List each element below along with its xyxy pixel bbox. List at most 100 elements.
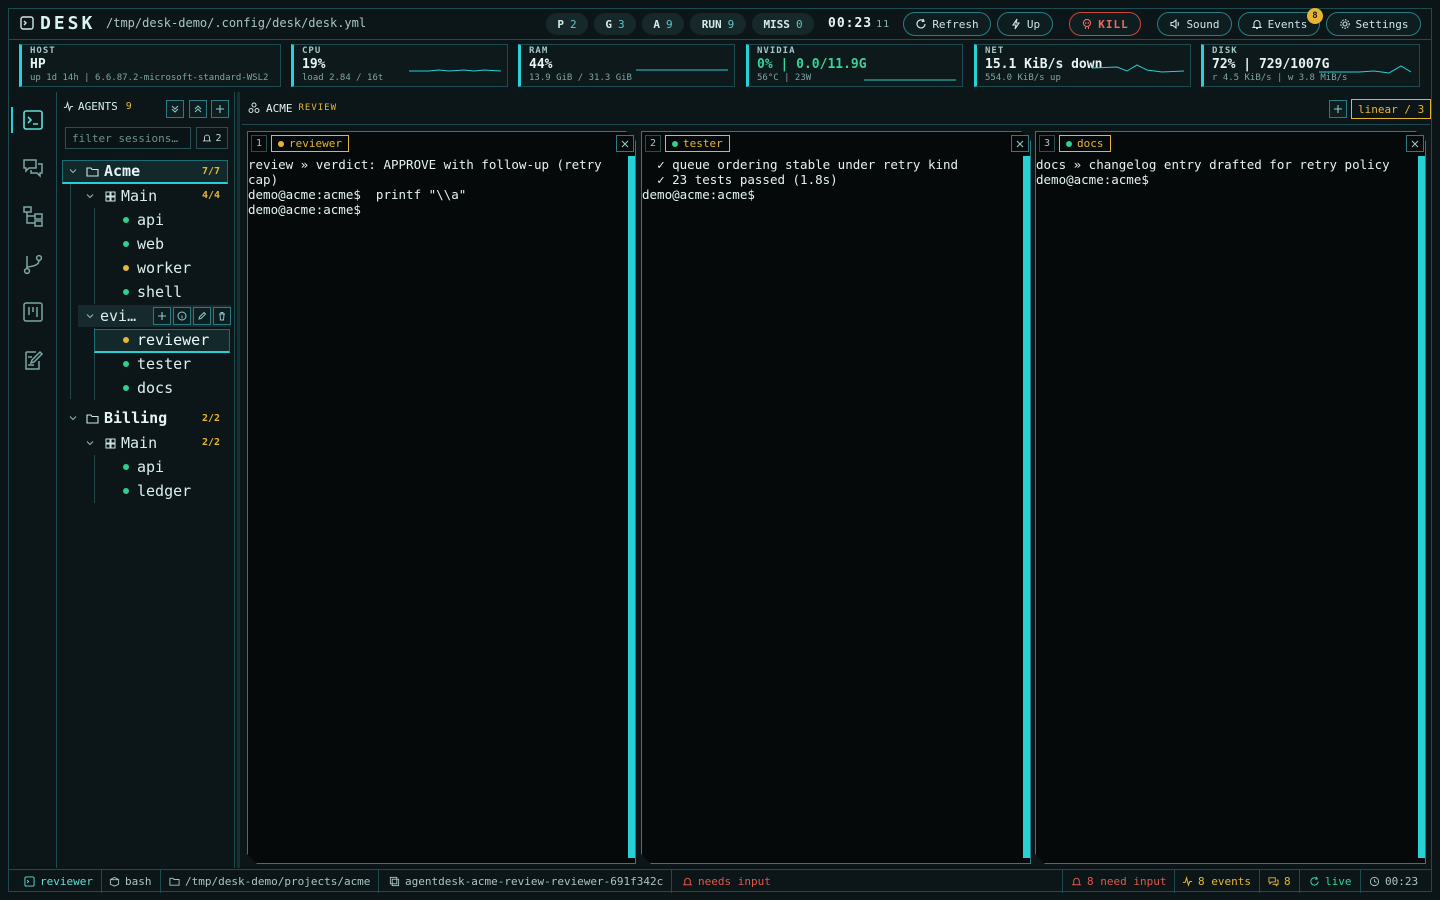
- metric-gpu: NVIDIA 0% | 0.0/11.9G 56°C | 23W: [746, 44, 963, 87]
- folder-icon: [86, 166, 99, 177]
- pane-scrollbar[interactable]: [628, 156, 635, 858]
- ram-sparkline: [636, 69, 728, 71]
- session-docs[interactable]: docs: [123, 379, 173, 397]
- session-ledger[interactable]: ledger: [123, 482, 191, 500]
- refresh-icon: [916, 18, 926, 29]
- rail-terminal[interactable]: [20, 107, 46, 133]
- app-logo: DESK: [40, 13, 96, 34]
- terminal-pane-3[interactable]: 3 docs docs » changelog entry drafted fo…: [1035, 131, 1426, 864]
- pane-scrollbar[interactable]: [1418, 156, 1425, 858]
- session-shell[interactable]: shell: [123, 283, 182, 301]
- terminal-output[interactable]: docs » changelog entry drafted for retry…: [1036, 157, 1414, 187]
- terminal-pane-2[interactable]: 2 tester ✓ queue ordering stable under r…: [641, 131, 1031, 864]
- group-info-button[interactable]: [173, 307, 191, 325]
- metric-cpu: CPU 19% load 2.84 / 16t: [291, 44, 508, 87]
- bell-icon: [1251, 20, 1262, 30]
- chevrons-up-icon: [194, 105, 202, 113]
- status-tmux-session[interactable]: agentdesk-acme-review-reviewer-691f342c: [381, 870, 673, 893]
- session-web[interactable]: web: [123, 235, 164, 253]
- status-needs-input: needs input: [674, 870, 779, 893]
- org-acme[interactable]: Acme: [68, 162, 140, 180]
- session-tester[interactable]: tester: [123, 355, 191, 373]
- git-branch-icon: [23, 254, 43, 275]
- status-live[interactable]: live: [1301, 870, 1361, 893]
- terminal-pane-1[interactable]: 1 reviewer review » verdict: APPROVE wit…: [247, 131, 636, 864]
- status-cwd[interactable]: /tmp/desk-demo/projects/acme: [161, 870, 380, 893]
- rail-board[interactable]: [20, 299, 46, 325]
- agents-panel: AGENTS 9 2 Acme 7/7 Main 4/4 api web wor…: [57, 92, 235, 868]
- chat-icon: [23, 159, 43, 178]
- rail-tree[interactable]: [20, 203, 46, 229]
- close-icon: [621, 140, 629, 147]
- status-messages[interactable]: 8: [1260, 870, 1300, 893]
- plus-icon: [216, 105, 224, 113]
- status-dot: [123, 241, 129, 247]
- terminal-output[interactable]: review » verdict: APPROVE with follow-up…: [248, 157, 624, 217]
- status-dot: [123, 217, 129, 223]
- counter-p: P2: [546, 13, 588, 35]
- status-need-input-count[interactable]: 8 need input: [1062, 870, 1176, 893]
- group-billing-main[interactable]: Main: [85, 434, 157, 452]
- rail-chat[interactable]: [20, 155, 46, 181]
- config-path: /tmp/desk-demo/.config/desk/desk.yml: [106, 16, 367, 30]
- pane-scrollbar[interactable]: [1023, 156, 1030, 858]
- rename-group-button[interactable]: [193, 307, 211, 325]
- delete-group-button[interactable]: [213, 307, 231, 325]
- bell-icon: [1071, 877, 1082, 886]
- close-pane-button[interactable]: [1406, 135, 1424, 152]
- group-acme-review[interactable]: evi…: [85, 307, 144, 325]
- add-session-button[interactable]: [153, 307, 171, 325]
- gear-icon: [1339, 19, 1350, 29]
- settings-button[interactable]: Settings: [1326, 12, 1421, 36]
- close-pane-button[interactable]: [616, 135, 634, 152]
- bell-icon: [203, 134, 212, 142]
- up-button[interactable]: Up: [997, 12, 1053, 36]
- status-dot: [123, 361, 129, 367]
- terminal-output[interactable]: ✓ queue ordering stable under retry kind…: [642, 157, 1019, 202]
- counter-g: G3: [594, 13, 636, 35]
- status-dot: [123, 464, 129, 470]
- skull-icon: [1083, 18, 1092, 29]
- workspace-header: ACME REVIEW: [248, 96, 337, 120]
- group-acme-main[interactable]: Main: [85, 187, 157, 205]
- chevron-down-icon: [86, 314, 94, 319]
- filter-sessions-input[interactable]: [65, 127, 191, 149]
- status-clock: 00:23: [1361, 870, 1426, 893]
- add-agent-button[interactable]: [211, 100, 229, 118]
- terminal-logo-icon: [20, 16, 34, 30]
- rail-git[interactable]: [20, 251, 46, 277]
- session-reviewer[interactable]: reviewer: [123, 331, 209, 349]
- expand-all-button[interactable]: [189, 100, 207, 118]
- refresh-button[interactable]: Refresh: [903, 12, 991, 36]
- session-billing-api[interactable]: api: [123, 458, 164, 476]
- chevrons-down-icon: [171, 105, 179, 113]
- pane-session-tag[interactable]: reviewer: [271, 135, 349, 152]
- layout-selector[interactable]: linear / 3: [1351, 99, 1432, 119]
- close-pane-button[interactable]: [1011, 135, 1029, 152]
- activity-icon: [63, 101, 74, 112]
- pane-session-tag[interactable]: tester: [665, 135, 730, 152]
- status-events[interactable]: 8 events: [1174, 870, 1260, 893]
- org-billing-count: 2/2: [202, 413, 221, 424]
- kill-button[interactable]: KILL: [1069, 12, 1141, 36]
- sound-button[interactable]: Sound: [1157, 12, 1232, 36]
- status-session[interactable]: reviewer: [16, 870, 102, 893]
- cpu-sparkline: [409, 69, 501, 72]
- pencil-icon: [198, 311, 207, 320]
- session-api[interactable]: api: [123, 211, 164, 229]
- add-pane-button[interactable]: [1329, 100, 1347, 118]
- chevron-down-icon: [86, 194, 94, 199]
- tree-guide: [94, 208, 95, 304]
- events-count-badge: 8: [1307, 8, 1323, 24]
- bolt-icon: [1011, 18, 1020, 30]
- group-billing-main-count: 2/2: [202, 437, 221, 448]
- chevron-down-icon: [69, 169, 77, 174]
- org-billing[interactable]: Billing: [68, 409, 167, 427]
- alerts-filter-button[interactable]: 2: [196, 127, 228, 149]
- panel-resize-handle[interactable]: [237, 92, 240, 868]
- pane-session-tag[interactable]: docs: [1059, 135, 1111, 152]
- session-worker[interactable]: worker: [123, 259, 191, 277]
- metric-disk: DISK 72% | 729/1007G r 4.5 KiB/s | w 3.8…: [1201, 44, 1420, 87]
- rail-notes[interactable]: [20, 347, 46, 373]
- collapse-all-button[interactable]: [166, 100, 184, 118]
